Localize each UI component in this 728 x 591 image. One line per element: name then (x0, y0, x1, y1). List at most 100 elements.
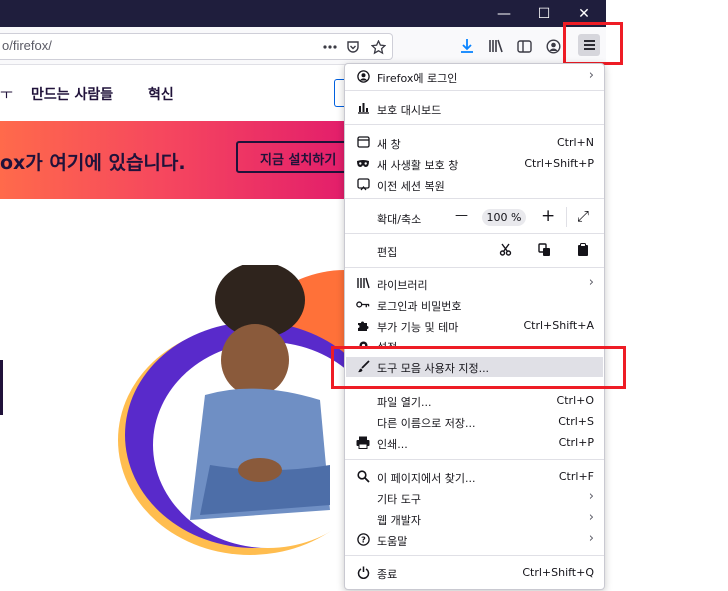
fullscreen-icon[interactable]: ⤢ (577, 207, 589, 225)
menu-item-restore-session[interactable]: 이전 세션 복원 (345, 175, 604, 195)
menu-item-web-developer[interactable]: 웹 개발자 › (345, 509, 604, 529)
menu-separator (345, 555, 604, 556)
private-mask-icon (356, 156, 370, 170)
menu-item-new-window[interactable]: 새 창 Ctrl+N (345, 133, 604, 153)
menu-separator (345, 198, 604, 199)
menu-item-label: 기타 도구 (377, 493, 421, 506)
menu-item-label: 설정 (377, 339, 397, 346)
menu-item-quit[interactable]: 종료 Ctrl+Shift+Q (345, 563, 604, 583)
nav-toolbar: o/firefox/ (0, 27, 606, 65)
menu-item-shortcut: Ctrl+O (556, 394, 594, 407)
menu-item-shortcut: Ctrl+P (558, 436, 594, 449)
cut-icon[interactable] (499, 243, 512, 259)
puzzle-piece-icon (356, 318, 370, 332)
maximize-button[interactable]: ☐ (524, 0, 564, 27)
menu-item-label: 파일 열기... (377, 396, 432, 409)
search-icon (356, 469, 370, 483)
svg-text:?: ? (361, 535, 366, 544)
download-icon[interactable] (457, 36, 477, 56)
menu-item-label: 이전 세션 복원 (377, 180, 445, 193)
library-icon (356, 276, 370, 290)
menu-item-label: 부가 기능 및 테마 (377, 321, 459, 334)
paste-icon[interactable] (577, 243, 589, 260)
menu-item-print[interactable]: 인쇄... Ctrl+P (345, 433, 604, 453)
desktop-background (606, 0, 728, 591)
nav-item-innovation[interactable]: 혁신 (148, 84, 174, 104)
chevron-right-icon: › (588, 68, 594, 83)
hero-illustration (118, 265, 350, 555)
menu-item-protection-dashboard[interactable]: 보호 대시보드 (345, 99, 604, 119)
menu-item-zoom: 확대/축소 — 100 % + ⤢ (345, 206, 604, 228)
zoom-reset-button[interactable]: 100 % (482, 209, 526, 226)
menu-separator (345, 459, 604, 460)
zoom-divider (566, 207, 567, 227)
menu-item-edit: 편집 (345, 241, 604, 261)
menu-separator (345, 233, 604, 234)
menu-item-label: 종료 (377, 568, 398, 581)
menu-item-find[interactable]: 이 페이지에서 찾기... Ctrl+F (345, 467, 604, 487)
menu-item-settings[interactable]: 설정 (345, 336, 604, 346)
promo-banner: ox가 여기에 있습니다. 지금 설치하기 (0, 121, 356, 199)
chart-bars-icon (356, 101, 370, 115)
annotation-highlight-menu-button (563, 22, 623, 65)
annotation-highlight-customize (331, 346, 626, 389)
app-menu-panel: Firefox에 로그인 › 보호 대시보드 새 창 Ctrl+N 새 사생활 … (344, 63, 605, 590)
menu-separator (345, 267, 604, 268)
menu-item-shortcut: Ctrl+S (558, 415, 594, 428)
menu-item-help[interactable]: ? 도움말 › (345, 530, 604, 550)
menu-item-label: 보호 대시보드 (377, 104, 442, 117)
power-icon (356, 565, 370, 579)
menu-item-label: 편집 (377, 246, 398, 259)
menu-item-shortcut: Ctrl+Shift+A (523, 319, 594, 332)
printer-icon (356, 435, 370, 449)
url-text[interactable]: o/firefox/ (2, 38, 52, 53)
menu-item-new-private-window[interactable]: 새 사생활 보호 창 Ctrl+Shift+P (345, 154, 604, 174)
menu-item-label: 라이브러리 (377, 279, 428, 292)
menu-item-label: 새 창 (377, 138, 401, 151)
library-icon[interactable] (486, 36, 506, 56)
menu-item-save-as[interactable]: 다른 이름으로 저장... Ctrl+S (345, 412, 604, 432)
sidebar-icon[interactable] (514, 36, 534, 56)
menu-item-addons[interactable]: 부가 기능 및 테마 Ctrl+Shift+A (345, 316, 604, 336)
minimize-button[interactable]: — (484, 0, 524, 27)
bookmark-star-icon[interactable] (368, 37, 388, 57)
url-bar[interactable]: o/firefox/ (0, 33, 393, 60)
menu-separator (345, 90, 604, 91)
chevron-right-icon: › (588, 510, 594, 525)
key-icon (356, 297, 370, 311)
menu-item-label: Firefox에 로그인 (377, 72, 458, 85)
install-now-button[interactable]: 지금 설치하기 (236, 141, 356, 173)
pocket-icon[interactable] (343, 37, 363, 57)
new-window-icon (356, 135, 370, 149)
menu-item-label: 확대/축소 (377, 213, 422, 226)
account-icon (356, 69, 370, 83)
nav-partial[interactable]: ㅜ (0, 84, 13, 104)
restore-session-icon (356, 177, 370, 191)
nav-item-makers[interactable]: 만드는 사람들 (31, 84, 113, 104)
menu-separator (345, 124, 604, 125)
chevron-right-icon: › (588, 531, 594, 546)
chevron-right-icon: › (588, 489, 594, 504)
menu-item-shortcut: Ctrl+F (558, 470, 594, 483)
menu-item-signin[interactable]: Firefox에 로그인 › (345, 67, 604, 87)
menu-item-more-tools[interactable]: 기타 도구 › (345, 488, 604, 508)
menu-item-library[interactable]: 라이브러리 › (345, 274, 604, 294)
banner-text: ox가 여기에 있습니다. (0, 152, 186, 174)
menu-item-label: 인쇄... (377, 438, 408, 451)
menu-item-shortcut: Ctrl+Shift+Q (522, 566, 594, 579)
menu-item-label: 다른 이름으로 저장... (377, 417, 476, 430)
menu-item-shortcut: Ctrl+Shift+P (524, 157, 594, 170)
gear-icon (356, 338, 370, 346)
account-icon[interactable] (543, 36, 563, 56)
menu-item-label: 로그인과 비밀번호 (377, 300, 462, 313)
page-actions-icon[interactable] (320, 37, 340, 57)
zoom-in-button[interactable]: + (541, 206, 555, 226)
menu-item-shortcut: Ctrl+N (556, 136, 594, 149)
menu-item-open-file[interactable]: 파일 열기... Ctrl+O (345, 391, 604, 411)
copy-icon[interactable] (538, 243, 551, 260)
help-icon: ? (356, 532, 370, 546)
menu-item-label: 이 페이지에서 찾기... (377, 472, 476, 485)
zoom-out-button[interactable]: — (455, 208, 468, 223)
page-left-edge-mark (0, 360, 6, 415)
menu-item-logins[interactable]: 로그인과 비밀번호 (345, 295, 604, 315)
